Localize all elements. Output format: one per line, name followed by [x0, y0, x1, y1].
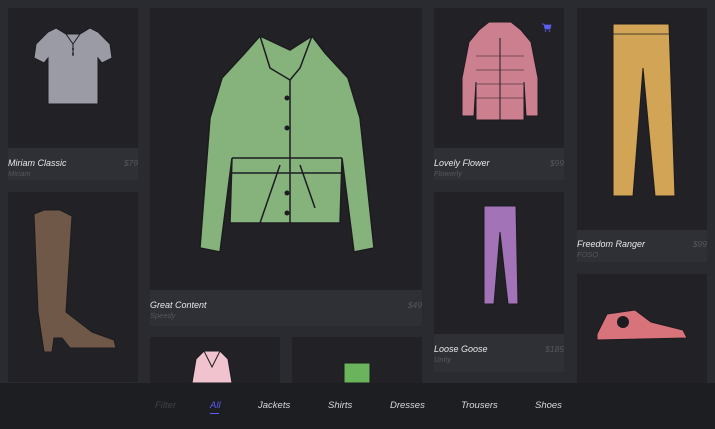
product-name: Lovely Flower [434, 158, 490, 168]
product-brand: Miriam [8, 169, 31, 178]
product-card-polo[interactable]: Miriam Classic Miriam $79 [8, 8, 138, 180]
product-card-puffer[interactable]: Lovely Flower Flowerly $99 [434, 8, 564, 180]
filter-label: Filter [155, 400, 177, 411]
polo-shirt-icon [33, 27, 113, 105]
jacket-icon [199, 34, 375, 253]
sneaker-icon [596, 309, 688, 341]
filter-shirts[interactable]: Shirts [328, 400, 352, 411]
purple-trousers-icon [483, 205, 519, 305]
product-price: $49 [407, 300, 422, 310]
product-name: Freedom Ranger [577, 239, 646, 249]
product-card-top[interactable] [150, 337, 280, 383]
product-name: Great Content [150, 300, 207, 310]
boot-icon [33, 209, 117, 353]
filter-trousers[interactable]: Trousers [461, 400, 498, 411]
top-icon [191, 350, 233, 383]
product-price: $99 [549, 158, 564, 168]
product-card-sneaker[interactable] [577, 274, 707, 383]
product-brand: FOSO [577, 250, 599, 259]
product-image-jacket[interactable] [150, 8, 422, 290]
product-image-polo[interactable] [8, 8, 138, 148]
product-image-boot[interactable] [8, 192, 138, 382]
product-price: $185 [545, 344, 564, 354]
filter-shoes[interactable]: Shoes [535, 400, 562, 411]
product-image-top[interactable] [150, 337, 280, 383]
filter-jackets[interactable]: Jackets [258, 400, 290, 411]
active-filter-underline [210, 413, 219, 414]
filter-bar: Filter All Jackets Shirts Dresses Trouse… [0, 383, 715, 429]
product-name: Miriam Classic [8, 158, 67, 168]
product-brand: Speedy [150, 311, 176, 320]
cart-icon[interactable] [542, 19, 552, 32]
product-card-jacket[interactable]: Great Content Speedy $49 [150, 8, 422, 326]
product-card-pants[interactable]: Freedom Ranger FOSO $99 [577, 8, 707, 262]
product-image-trousers[interactable] [434, 192, 564, 334]
product-image-green-item[interactable] [292, 337, 422, 383]
product-brand: Flowerly [434, 169, 462, 178]
product-card-trousers[interactable]: Loose Goose Unity $185 [434, 192, 564, 372]
product-image-sneaker[interactable] [577, 274, 707, 383]
green-item-icon [343, 362, 371, 383]
filter-all[interactable]: All [210, 400, 221, 411]
trousers-icon [612, 23, 676, 197]
product-card-boot[interactable] [8, 192, 138, 382]
filter-dresses[interactable]: Dresses [390, 400, 425, 411]
product-price: $79 [123, 158, 138, 168]
product-image-pants[interactable] [577, 8, 707, 230]
product-price: $99 [692, 239, 707, 249]
product-brand: Unity [434, 355, 452, 364]
product-card-green-item[interactable] [292, 337, 422, 383]
product-name: Loose Goose [434, 344, 488, 354]
